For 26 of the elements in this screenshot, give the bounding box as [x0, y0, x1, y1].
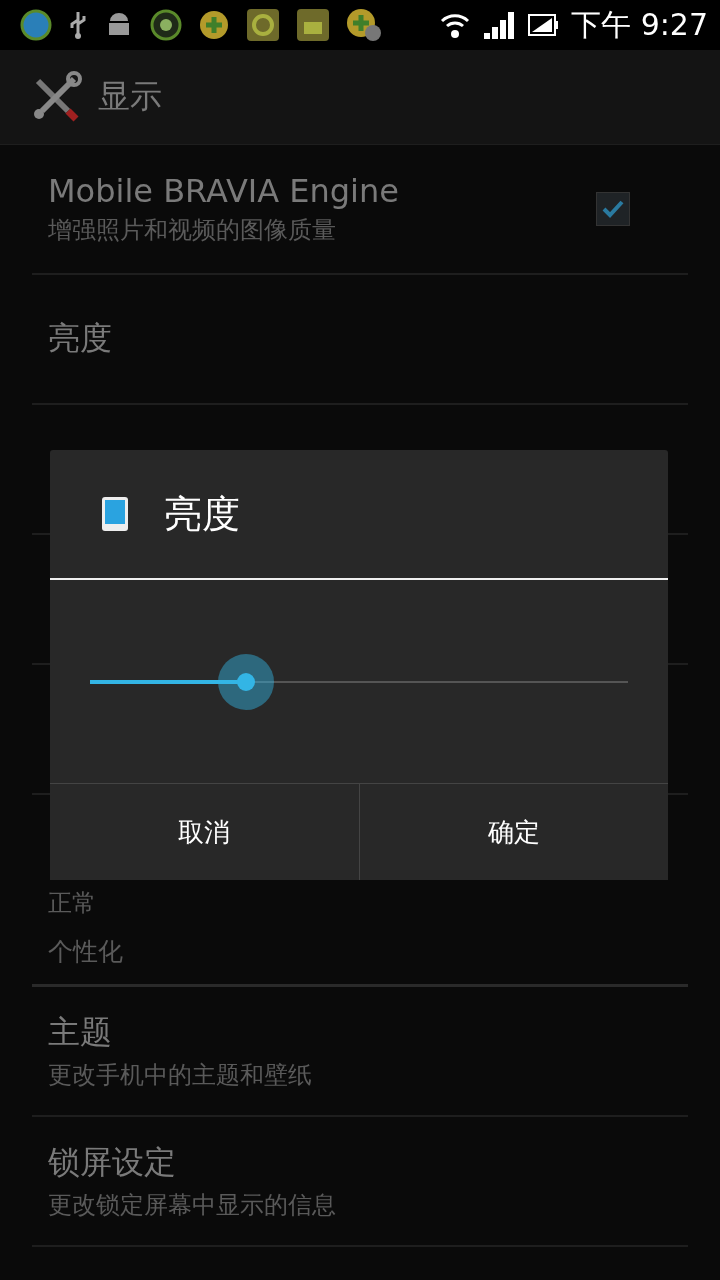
setting-title: 主题 — [48, 1012, 113, 1053]
setting-title: 锁屏设定 — [48, 1142, 177, 1183]
setting-summary: 正常 — [48, 888, 96, 919]
counter-badge-icon — [150, 9, 182, 41]
setting-item[interactable]: 主题 更改手机中的主题和壁纸 — [32, 987, 688, 1117]
signal-icon — [483, 11, 516, 39]
ok-button[interactable]: 确定 — [358, 784, 668, 880]
setting-item[interactable]: Mobile BRAVIA Engine 增强照片和视频的图像质量 — [32, 145, 688, 275]
checkbox[interactable] — [596, 192, 630, 226]
category-header: 个性化 — [48, 937, 123, 966]
phone-icon — [100, 495, 130, 533]
setting-title: Mobile BRAVIA Engine — [48, 172, 399, 210]
setting-summary: 更改锁定屏幕中显示的信息 — [48, 1190, 336, 1221]
check-icon — [601, 199, 625, 219]
plus-app-icon — [198, 9, 230, 41]
clock-time: 下午 9:27 — [571, 5, 708, 44]
setting-summary: 增强照片和视频的图像质量 — [48, 215, 337, 246]
battery-icon — [527, 12, 560, 38]
setting-item[interactable]: 锁屏设定 更改锁定屏幕中显示的信息 — [32, 1117, 688, 1247]
setting-summary: 更改手机中的主题和壁纸 — [48, 1060, 312, 1091]
screen-title: 显示 — [98, 76, 162, 117]
dialog-title: 亮度 — [164, 490, 240, 538]
wifi-icon — [439, 11, 472, 39]
setting-title: 亮度 — [48, 318, 112, 359]
setting-item[interactable]: 亮度 — [32, 275, 688, 405]
usb-icon — [68, 10, 88, 40]
